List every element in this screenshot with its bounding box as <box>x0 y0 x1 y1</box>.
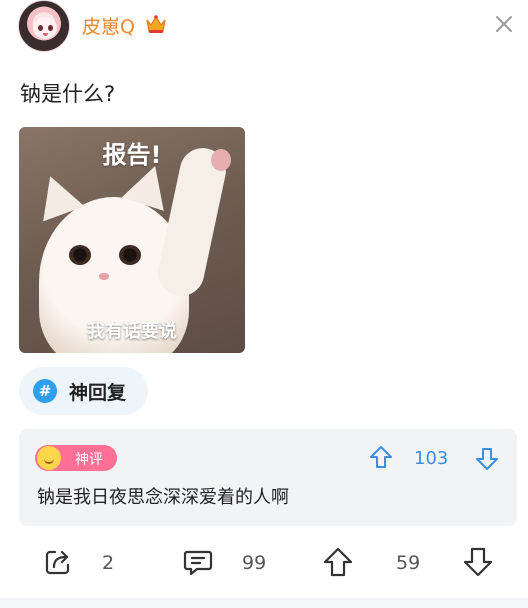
post-header: 皮崽Q <box>0 0 528 52</box>
meme-caption-bottom: 我有话要说 <box>87 321 177 342</box>
close-icon[interactable] <box>494 14 514 34</box>
share-icon[interactable] <box>42 546 74 578</box>
topic-label: 神回复 <box>69 382 127 404</box>
meme-image[interactable]: 报告! 我有话要说 <box>19 127 245 353</box>
topic-tag[interactable]: # 神回复 <box>19 367 148 415</box>
meme-caption-top: 报告! <box>102 141 162 169</box>
comment-text: 钠是我日夜思念深深爱着的人啊 <box>37 487 289 508</box>
share-count: 2 <box>102 552 115 574</box>
top-comment[interactable]: 神评 103 钠是我日夜思念深深爱着的人啊 <box>19 429 517 526</box>
hot-comment-badge: 神评 <box>35 445 117 471</box>
comment-count: 99 <box>242 552 267 574</box>
comment-upvote-icon[interactable] <box>369 445 393 471</box>
hash-icon: # <box>33 379 57 403</box>
cat-eye-left <box>69 245 91 265</box>
bottom-divider <box>0 598 528 608</box>
avatar-eye-left <box>38 25 43 31</box>
action-bar: 2 99 59 <box>0 540 528 588</box>
crown-icon <box>146 15 166 33</box>
upvote-count: 59 <box>396 552 421 574</box>
avatar[interactable] <box>18 0 70 52</box>
cat-nose <box>99 273 109 280</box>
downvote-icon[interactable] <box>462 546 494 578</box>
comment-downvote-icon[interactable] <box>475 445 499 471</box>
upvote-icon[interactable] <box>322 546 354 578</box>
avatar-eye-right <box>48 25 53 31</box>
cat-eye-right <box>119 245 141 265</box>
badge-label: 神评 <box>75 452 103 468</box>
comment-icon[interactable] <box>182 546 214 578</box>
comment-upvote-count: 103 <box>414 448 449 469</box>
smile-icon <box>37 446 61 470</box>
username[interactable]: 皮崽Q <box>82 12 135 39</box>
post-question: 钠是什么? <box>20 82 116 106</box>
